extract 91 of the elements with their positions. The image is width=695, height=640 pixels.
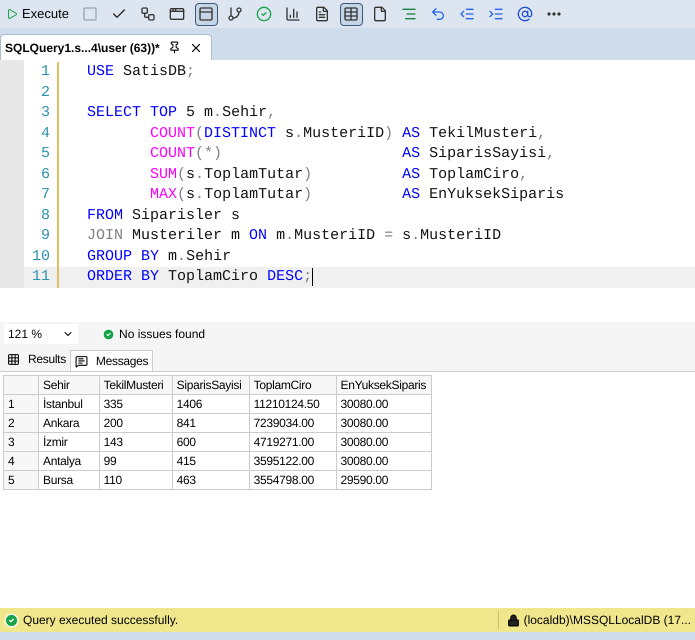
undo-lines-icon — [430, 6, 446, 22]
column-header: SiparisSayisi — [172, 376, 250, 394]
row-number: 4 — [4, 452, 38, 470]
code-line: MAX(s.ToplamTutar) AS EnYuksekSiparis — [150, 185, 564, 205]
issues-status: No issues found — [119, 326, 206, 343]
table-cell: 11210124.50 — [249, 394, 336, 414]
table-cell: İstanbul — [38, 394, 100, 414]
check-circle-icon — [102, 328, 116, 340]
file-icon — [372, 6, 388, 22]
column-header: TekilMusteri — [99, 376, 172, 394]
table-cell: 29590.00 — [336, 470, 432, 490]
table-cell: 99 — [99, 452, 172, 470]
table-cell: 1406 — [172, 394, 250, 414]
code-line: COUNT(DISTINCT s.MusteriID) AS TekilMusteri, — [150, 124, 546, 144]
row-number: 1 — [4, 394, 38, 414]
code-line: SUM(s.ToplamTutar) AS ToplamCiro, — [150, 164, 528, 184]
table-cell: 30080.00 — [336, 394, 432, 414]
row-number: 3 — [4, 432, 38, 452]
line-number: 5 — [40, 144, 51, 164]
code-line: COUNT(*) AS SiparisSayisi, — [150, 144, 556, 164]
table-cell: 415 — [172, 452, 250, 470]
diagram-icon — [140, 6, 156, 22]
code-line: GROUP BY m.Sehir — [87, 246, 232, 266]
document-tab[interactable]: SQLQuery1.s...4\user (63))* — [0, 34, 212, 60]
table-cell: 3554798.00 — [249, 470, 336, 490]
flow-icon — [227, 6, 244, 22]
table-cell: 30080.00 — [336, 452, 432, 470]
pin-icon[interactable] — [168, 41, 181, 54]
table-cell: İzmir — [38, 432, 100, 452]
text-cursor — [312, 268, 314, 286]
column-header: ToplamCiro — [249, 376, 336, 394]
table-icon — [343, 6, 360, 22]
bar-chart-icon — [285, 6, 302, 22]
code-line: FROM Siparisler s — [87, 206, 240, 226]
table-cell: 841 — [172, 414, 250, 432]
stop-icon — [82, 6, 98, 22]
message-icon — [74, 354, 88, 368]
code-editor[interactable] — [0, 60, 695, 322]
code-line: SELECT TOP 5 m.Sehir, — [87, 103, 276, 123]
toolbar-button[interactable] — [340, 2, 363, 26]
grid-icon — [7, 352, 20, 366]
outdent-icon — [459, 6, 476, 22]
table-cell: Bursa — [38, 470, 100, 490]
line-number: 2 — [40, 82, 51, 102]
table-cell: 7239034.00 — [249, 414, 336, 432]
table-cell: 463 — [172, 470, 250, 490]
play-icon — [6, 8, 18, 20]
at-sign-icon — [517, 6, 534, 22]
execute-button[interactable]: Execute — [2, 2, 73, 26]
column-header: EnYuksekSiparis — [336, 376, 432, 394]
line-number: 11 — [30, 267, 51, 287]
tab-title: SQLQuery1.s...4\user (63))* — [5, 40, 160, 56]
status-message: Query executed successfully. — [23, 612, 178, 629]
table-cell: Antalya — [38, 452, 100, 470]
table-cell: 30080.00 — [336, 414, 432, 432]
check-circle-icon — [4, 612, 19, 628]
table-cell: 30080.00 — [336, 432, 432, 452]
more-icon — [547, 12, 562, 16]
table-cell: 600 — [172, 432, 250, 452]
result-tab[interactable]: Messages — [70, 350, 154, 371]
line-number: 4 — [40, 124, 51, 144]
indent-icon — [488, 6, 504, 22]
line-number: 7 — [40, 185, 51, 205]
table-cell: Ankara — [38, 414, 100, 432]
code-line: JOIN Musteriler m ON m.MusteriID = s.MusteriID — [87, 226, 502, 246]
lock-icon — [506, 614, 520, 626]
table-cell: 110 — [99, 470, 172, 490]
row-number: 2 — [4, 414, 38, 432]
table-cell: 143 — [99, 432, 172, 452]
code-line: USE SatisDB; — [87, 62, 196, 82]
line-number: 9 — [40, 226, 51, 246]
window-icon — [169, 6, 186, 22]
code-line: ORDER BY ToplamCiro DESC; — [87, 267, 312, 287]
check-circle-icon — [256, 6, 272, 22]
table-cell: 3595122.00 — [249, 452, 336, 470]
connection-label: (localdb)\MSSQLLocalDB (17... — [524, 612, 691, 629]
document-icon — [314, 6, 330, 22]
table-cell: 4719271.00 — [249, 432, 336, 452]
line-number: 6 — [40, 164, 51, 184]
column-header: Sehir — [38, 376, 100, 394]
table-cell: 335 — [99, 394, 172, 414]
zoom-dropdown[interactable]: 121 % — [4, 324, 78, 344]
line-number: 3 — [40, 103, 51, 123]
toolbar-button[interactable] — [194, 2, 218, 26]
line-number: 8 — [40, 206, 51, 226]
line-number: 1 — [40, 62, 51, 82]
table-cell: 200 — [99, 414, 172, 432]
line-number: 10 — [30, 246, 51, 266]
lines-icon — [401, 6, 418, 22]
row-number: 5 — [4, 470, 38, 490]
panel-icon — [198, 6, 214, 22]
